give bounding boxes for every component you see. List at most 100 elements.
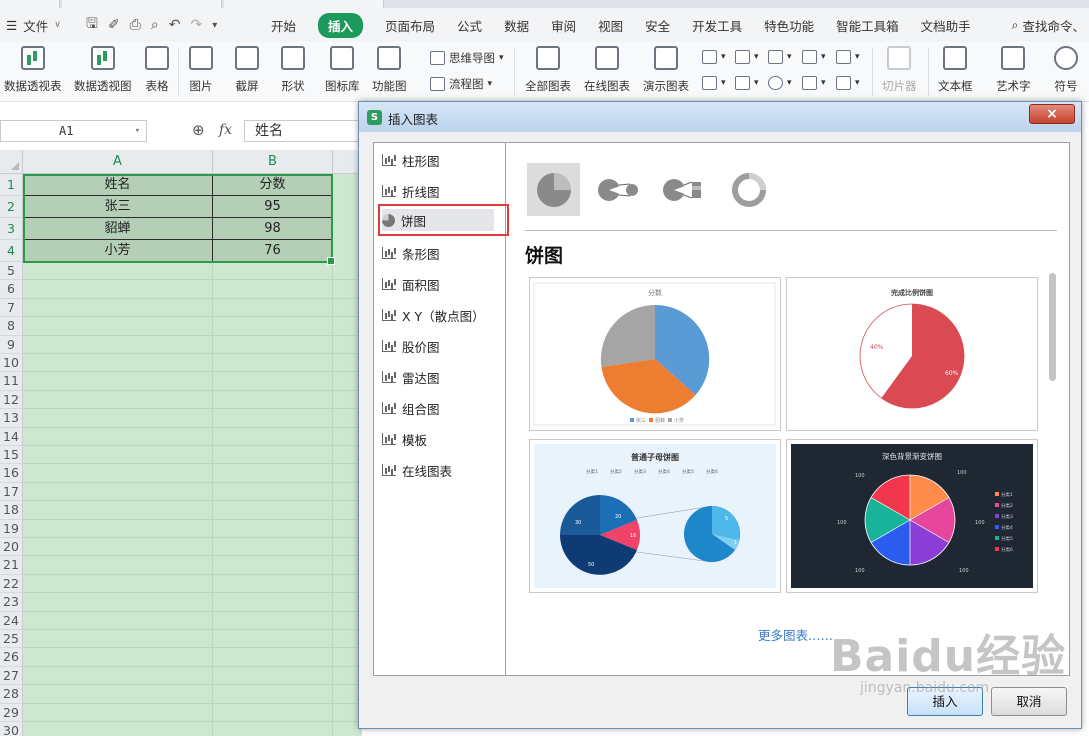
- redo-icon[interactable]: ↷: [190, 17, 202, 33]
- mind-map-button[interactable]: 思维导图 ▾: [430, 50, 504, 66]
- bar-chart-quick[interactable]: ▾: [735, 50, 759, 64]
- save-icon[interactable]: 🖫: [86, 13, 98, 37]
- tab-review[interactable]: 审阅: [540, 8, 587, 42]
- formula-input[interactable]: 姓名: [244, 120, 362, 142]
- customize-icon[interactable]: ▾: [212, 20, 217, 31]
- cell-b2[interactable]: 95: [213, 196, 333, 218]
- radar-chart-quick[interactable]: ▾: [802, 50, 826, 64]
- undo-icon[interactable]: ↶: [169, 17, 181, 33]
- text-box-button[interactable]: 文本框: [938, 46, 973, 94]
- tab-features[interactable]: 特色功能: [753, 8, 825, 42]
- row-header[interactable]: 25: [0, 630, 23, 649]
- row-header[interactable]: 20: [0, 538, 23, 557]
- more-charts-link[interactable]: 更多图表……: [758, 625, 833, 644]
- word-art-button[interactable]: 艺术字: [996, 46, 1031, 94]
- row-header[interactable]: 16: [0, 464, 23, 483]
- chart-type-combo[interactable]: 组合图: [382, 397, 494, 419]
- chart-type-stock[interactable]: 股价图: [382, 335, 494, 357]
- area-chart-quick[interactable]: ▾: [836, 50, 860, 64]
- preview-scrollbar[interactable]: [1049, 273, 1056, 381]
- chart-type-online[interactable]: 在线图表: [382, 459, 494, 481]
- stock-chart-quick[interactable]: ▾: [702, 76, 726, 90]
- chart-type-radar[interactable]: 雷达图: [382, 366, 494, 388]
- tab-security[interactable]: 安全: [634, 8, 681, 42]
- symbol-button[interactable]: 符号: [1054, 46, 1078, 94]
- chart-type-template[interactable]: 模板: [382, 428, 494, 450]
- row-header[interactable]: 14: [0, 427, 23, 446]
- online-chart-button[interactable]: 在线图表: [584, 46, 630, 94]
- row-header[interactable]: 8: [0, 317, 23, 336]
- all-charts-button[interactable]: 全部图表: [525, 46, 571, 94]
- row-header[interactable]: 3: [0, 218, 23, 240]
- tab-developer[interactable]: 开发工具: [681, 8, 753, 42]
- row-header[interactable]: 22: [0, 574, 23, 594]
- row-header[interactable]: 24: [0, 611, 23, 630]
- column-header-b[interactable]: B: [213, 150, 333, 174]
- template-card-completion-ratio[interactable]: 完成比例饼图 40% 60%: [786, 277, 1038, 431]
- row-header[interactable]: 21: [0, 556, 23, 575]
- tab-data[interactable]: 数据: [493, 8, 540, 42]
- column-header-a[interactable]: A: [23, 150, 213, 174]
- chart-type-area[interactable]: 面积图: [382, 273, 494, 295]
- shapes-button[interactable]: 形状: [281, 46, 305, 94]
- row-header[interactable]: 7: [0, 298, 23, 318]
- window-tab[interactable]: [224, 0, 384, 8]
- template-card-basic-pie[interactable]: 分数 张三 貂蝉 小芳: [529, 277, 781, 431]
- zoom-icon[interactable]: ⊕: [192, 121, 205, 139]
- demo-chart-button[interactable]: 演示图表: [643, 46, 689, 94]
- cell-a4[interactable]: 小芳: [23, 240, 213, 262]
- row-header[interactable]: 26: [0, 648, 23, 667]
- tab-insert[interactable]: 插入: [307, 8, 374, 42]
- row-header[interactable]: 18: [0, 501, 23, 520]
- row-header[interactable]: 11: [0, 372, 23, 391]
- chart-type-pie[interactable]: 饼图: [378, 204, 509, 236]
- bubble-chart-quick[interactable]: ▾: [836, 76, 860, 90]
- subtype-pie-of-pie[interactable]: [592, 163, 645, 216]
- command-search[interactable]: ⌕ 查找命令、: [1011, 8, 1089, 42]
- row-header[interactable]: 5: [0, 262, 23, 281]
- row-header[interactable]: 28: [0, 685, 23, 704]
- icon-library-button[interactable]: 图标库: [325, 46, 360, 94]
- pivot-table-button[interactable]: 数据透视表: [4, 46, 62, 94]
- row-header[interactable]: 2: [0, 196, 23, 218]
- row-header[interactable]: 27: [0, 666, 23, 686]
- slicer-button[interactable]: 切片器: [882, 46, 917, 94]
- tab-formulas[interactable]: 公式: [446, 8, 493, 42]
- row-header[interactable]: 4: [0, 240, 23, 262]
- window-tab[interactable]: [0, 0, 60, 8]
- flowchart-button[interactable]: 流程图 ▾: [430, 76, 492, 92]
- select-all-corner[interactable]: [0, 150, 23, 174]
- chevron-down-icon[interactable]: ▾: [135, 121, 140, 141]
- format-painter-icon[interactable]: ✐: [108, 17, 120, 33]
- tab-toolbox[interactable]: 智能工具箱: [825, 8, 910, 42]
- template-card-dark-gradient[interactable]: 深色背景渐变饼图 100 100 100 100 100 100 分类1 分类2…: [786, 439, 1038, 593]
- cell-b3[interactable]: 98: [213, 218, 333, 240]
- row-header[interactable]: 17: [0, 482, 23, 502]
- table-button[interactable]: 表格: [145, 46, 169, 94]
- chart-type-column[interactable]: 柱形图: [382, 149, 494, 171]
- row-header[interactable]: 19: [0, 519, 23, 538]
- row-header[interactable]: 29: [0, 703, 23, 722]
- chart-type-scatter[interactable]: X Y（散点图）: [382, 304, 494, 326]
- name-box[interactable]: A1 ▾: [0, 120, 147, 142]
- row-header[interactable]: 9: [0, 335, 23, 354]
- tab-view[interactable]: 视图: [587, 8, 634, 42]
- row-header[interactable]: 13: [0, 409, 23, 428]
- chart-type-line[interactable]: 折线图: [382, 180, 494, 202]
- row-header[interactable]: 30: [0, 722, 23, 736]
- combo-chart-quick[interactable]: ▾: [735, 76, 759, 90]
- insert-button[interactable]: 插入: [907, 687, 983, 716]
- row-header[interactable]: 6: [0, 280, 23, 299]
- tab-doc-assistant[interactable]: 文档助手: [910, 8, 982, 42]
- cell-a2[interactable]: 张三: [23, 196, 213, 218]
- file-menu[interactable]: ☰ 文件 ∨: [0, 8, 80, 42]
- cancel-button[interactable]: 取消: [991, 687, 1067, 716]
- pivot-chart-button[interactable]: 数据透视图: [74, 46, 132, 94]
- cell-a3[interactable]: 貂蝉: [23, 218, 213, 240]
- scatter-chart-quick[interactable]: ▾: [802, 76, 826, 90]
- tab-home[interactable]: 开始: [260, 8, 307, 42]
- subtype-doughnut[interactable]: [722, 163, 775, 216]
- row-header[interactable]: 15: [0, 446, 23, 465]
- print-icon[interactable]: ⎙: [130, 17, 141, 33]
- tab-page-layout[interactable]: 页面布局: [374, 8, 446, 42]
